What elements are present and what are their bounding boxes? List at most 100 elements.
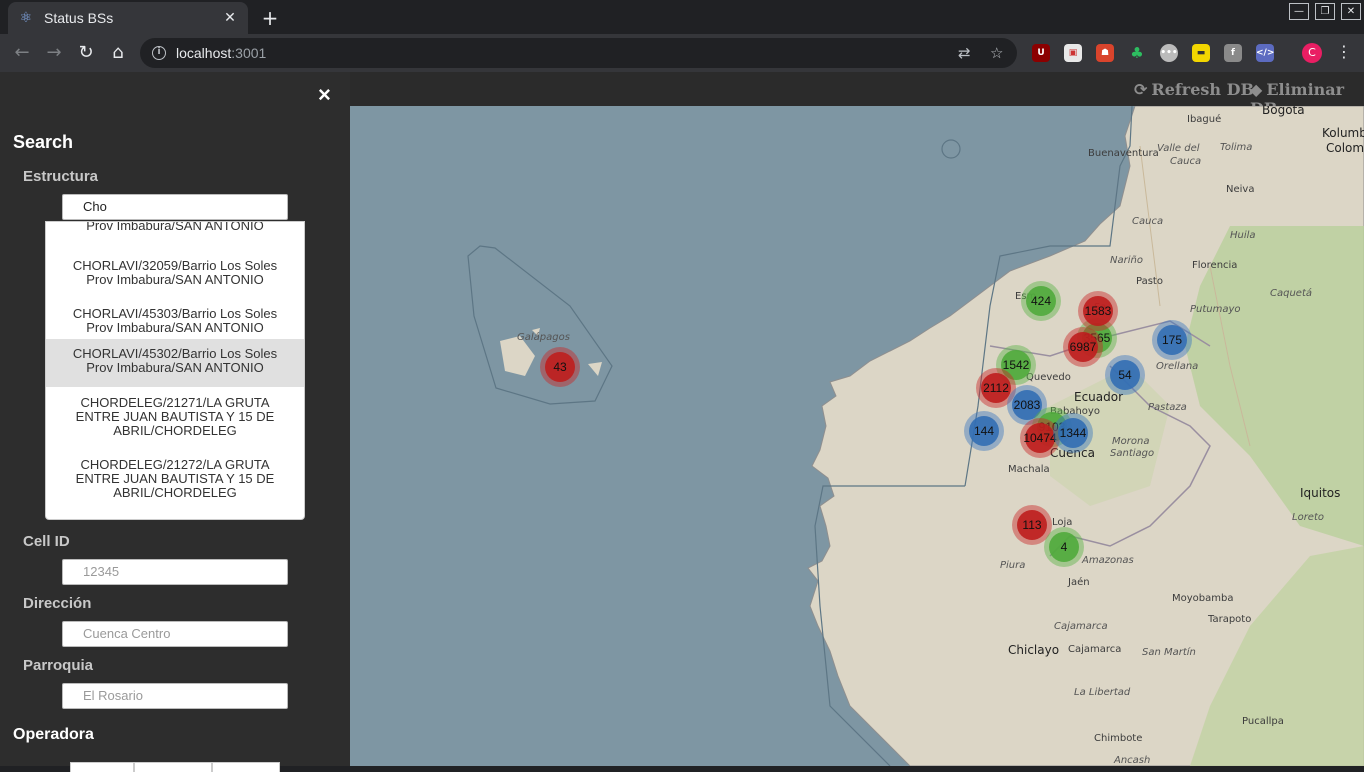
dropdown-item[interactable]: CHORDELEG/21271/LA GRUTA ENTRE JUAN BAUT… (46, 396, 304, 456)
cluster-marker[interactable]: 54 (1105, 355, 1145, 395)
cluster-marker[interactable]: 424 (1021, 281, 1061, 321)
place-label: Tolima (1220, 142, 1253, 153)
place-label: Morona (1112, 436, 1150, 447)
url-text: localhost:3001 (176, 45, 267, 61)
info-icon[interactable]: i (152, 46, 166, 60)
place-label: Chiclayo (1008, 643, 1060, 657)
place-label: Valle del (1157, 143, 1200, 154)
back-icon[interactable]: ← (10, 41, 34, 65)
ext-f-icon[interactable]: f (1224, 44, 1242, 62)
forward-icon[interactable]: → (42, 41, 66, 65)
reload-icon[interactable]: ↻ (74, 41, 98, 65)
cluster-marker[interactable]: 175 (1152, 320, 1192, 360)
menu-kebab-icon[interactable]: ⋮ (1336, 42, 1352, 61)
top-navbar: ⟳Refresh DB ◆Eliminar DB (350, 72, 1364, 118)
place-label: Cajamarca (1068, 644, 1122, 655)
evernote-icon[interactable]: ♣ (1128, 44, 1146, 62)
place-label: Cauca (1132, 216, 1164, 227)
close-sidebar-icon[interactable]: × (318, 82, 331, 108)
ext-gray-icon[interactable]: ••• (1160, 44, 1178, 62)
dropdown-item-active[interactable]: CHORLAVI/45302/Barrio Los Soles Prov Imb… (46, 339, 304, 387)
place-label: Huila (1230, 230, 1256, 241)
star-icon[interactable]: ☆ (990, 44, 1003, 62)
place-label: Santiago (1110, 448, 1155, 459)
estructura-label: Estructura (23, 168, 99, 185)
place-label: Tarapoto (1208, 614, 1252, 625)
cluster-marker[interactable]: 144 (964, 411, 1004, 451)
place-label: Ancash (1114, 755, 1151, 766)
dropdown-item[interactable]: CHORDELEG/21272/LA GRUTA ENTRE JUAN BAUT… (46, 458, 304, 518)
profile-avatar[interactable]: C (1302, 43, 1322, 63)
react-icon: ⚛ (19, 10, 33, 26)
translate-icon[interactable]: ⇄ (958, 44, 971, 62)
place-label: La Libertad (1074, 687, 1131, 698)
direccion-input[interactable]: Cuenca Centro (62, 621, 288, 647)
address-bar[interactable]: i localhost:3001 ⇄ ☆ (140, 38, 1017, 68)
search-sidebar: × Search Estructura Cho Prov Imbabura/SA… (0, 72, 350, 772)
cluster-marker[interactable]: 4 (1044, 527, 1084, 567)
place-label: Galápagos (517, 332, 570, 343)
place-label: Neiva (1226, 184, 1255, 195)
dropdown-item[interactable]: CHORLAVI/32059/Barrio Los Soles Prov Imb… (46, 251, 304, 299)
dropdown-item[interactable]: Prov Imbabura/SAN ANTONIO (46, 222, 304, 239)
place-label: Orellana (1156, 361, 1199, 372)
place-label: Cauca (1170, 156, 1202, 167)
place-label: San Martín (1142, 647, 1196, 658)
place-label: Pasto (1136, 276, 1163, 287)
place-label: Bogotá (1262, 106, 1305, 117)
ext-red-icon[interactable]: ▣ (1064, 44, 1082, 62)
minimize-icon[interactable]: — (1289, 3, 1309, 20)
eraser-icon: ◆ (1250, 80, 1263, 99)
place-label: Pastaza (1148, 402, 1187, 413)
operadora-option[interactable] (212, 762, 280, 772)
map-view[interactable]: Bogotá Ibagué Kolumb Colom Buenaventura … (350, 106, 1364, 766)
browser-tab[interactable]: ⚛ Status BSs ✕ (8, 2, 248, 34)
parroquia-label: Parroquia (23, 657, 94, 674)
place-label: Florencia (1192, 260, 1238, 271)
ext-orange-icon[interactable]: ☗ (1096, 44, 1114, 62)
place-label: Ibagué (1187, 114, 1222, 125)
ext-yellow-icon[interactable]: ▬ (1192, 44, 1210, 62)
place-label: Piura (1000, 560, 1026, 571)
ublock-icon[interactable]: U (1032, 44, 1050, 62)
place-label: Putumayo (1190, 304, 1241, 315)
operadora-option[interactable] (70, 762, 134, 772)
restore-icon[interactable]: ❐ (1315, 3, 1335, 20)
autocomplete-dropdown: Prov Imbabura/SAN ANTONIO CHORLAVI/32059… (45, 221, 305, 520)
close-tab-icon[interactable]: ✕ (222, 10, 238, 26)
map-geography (467, 106, 1364, 766)
new-tab-button[interactable]: + (258, 6, 282, 30)
cluster-marker[interactable]: 6987 (1063, 327, 1103, 367)
place-label: Cajamarca (1054, 621, 1108, 632)
tab-title: Status BSs (44, 10, 114, 26)
place-label: Loreto (1292, 512, 1324, 523)
window-close-icon[interactable]: ✕ (1341, 3, 1361, 20)
refresh-db-button[interactable]: ⟳ Refresh DB (1134, 80, 1254, 99)
place-label: Amazonas (1082, 555, 1134, 566)
place-label: Colom (1326, 141, 1364, 155)
browser-toolbar: ← → ↻ ⌂ i localhost:3001 ⇄ ☆ U ▣ ☗ ♣ •••… (0, 34, 1364, 72)
place-label: Buenaventura (1088, 148, 1159, 159)
ext-code-icon[interactable]: </> (1256, 44, 1274, 62)
place-label: Pucallpa (1242, 716, 1284, 727)
home-icon[interactable]: ⌂ (106, 41, 130, 65)
direccion-label: Dirección (23, 595, 92, 612)
place-label: Machala (1008, 464, 1050, 475)
cell-id-label: Cell ID (23, 533, 70, 550)
refresh-icon: ⟳ (1134, 80, 1148, 99)
place-label: Iquitos (1300, 486, 1341, 500)
place-label: Kolumb (1322, 126, 1364, 140)
cell-id-input[interactable]: 12345 (62, 559, 288, 585)
operadora-option[interactable] (134, 762, 212, 772)
cluster-marker[interactable]: 1583 (1078, 291, 1118, 331)
cluster-marker[interactable]: 43 (540, 347, 580, 387)
cluster-marker[interactable]: 1344 (1053, 413, 1093, 453)
search-heading: Search (13, 132, 74, 152)
parroquia-input[interactable]: El Rosario (62, 683, 288, 709)
place-label: Jaén (1068, 577, 1090, 588)
browser-tabbar: ⚛ Status BSs ✕ + — ❐ ✕ (0, 0, 1364, 34)
operadora-heading: Operadora (13, 726, 94, 743)
estructura-input[interactable]: Cho (62, 194, 288, 220)
place-label: Chimbote (1094, 733, 1143, 744)
place-label: Nariño (1110, 255, 1143, 266)
